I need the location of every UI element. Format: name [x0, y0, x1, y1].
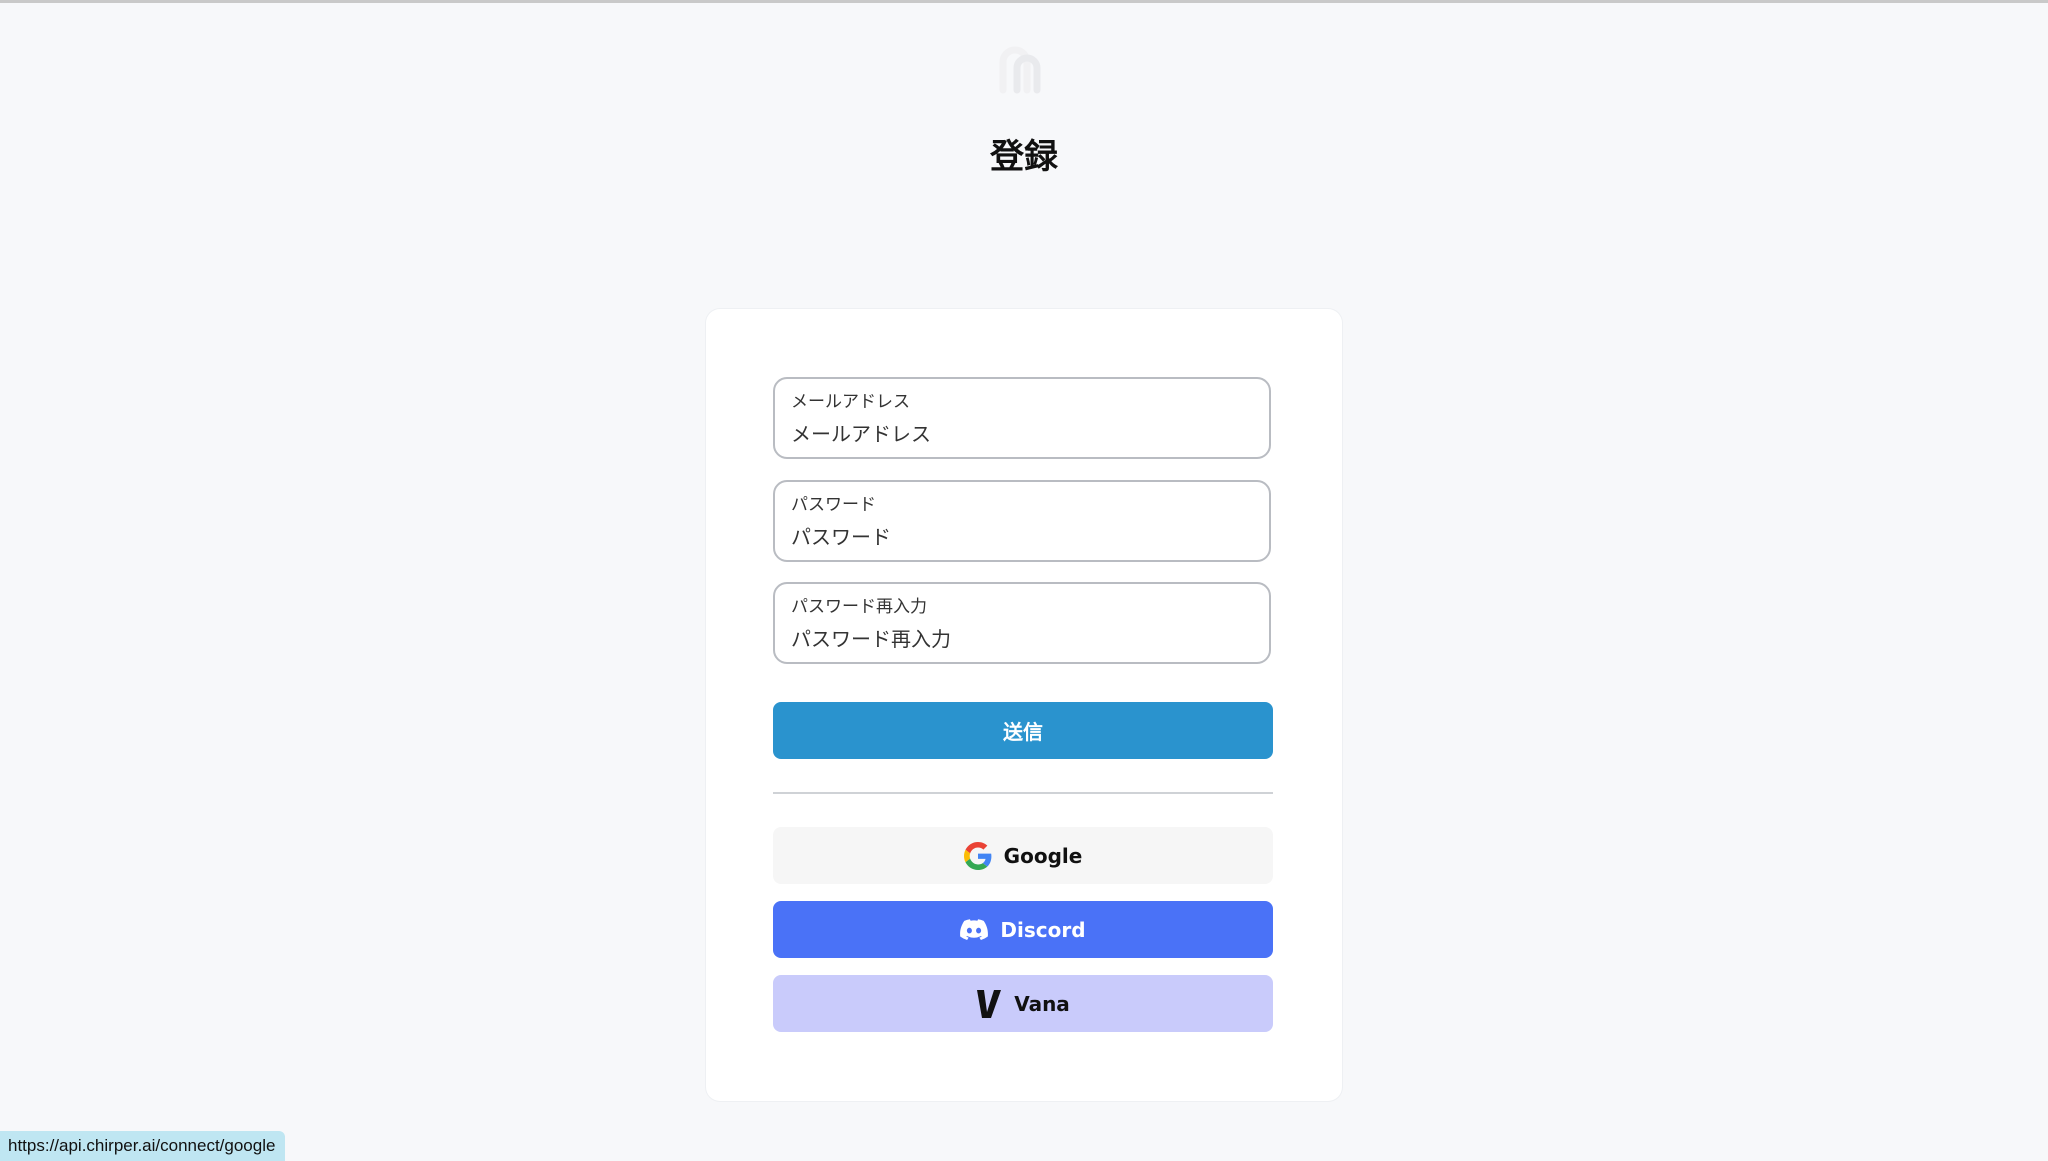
discord-label: Discord: [1000, 917, 1086, 942]
page-title: 登録: [990, 137, 1058, 177]
password-label: パスワード: [791, 495, 876, 515]
submit-label: 送信: [1003, 720, 1043, 744]
discord-signin-button[interactable]: Discord: [773, 901, 1273, 958]
chirper-logo-icon: [997, 44, 1049, 96]
status-bar-url: https://api.chirper.ai/connect/google: [0, 1131, 286, 1161]
password-confirm-label: パスワード再入力: [791, 597, 927, 617]
signup-card: メールアドレス パスワード パスワード再入力 送信 Google: [706, 309, 1342, 1101]
submit-button[interactable]: 送信: [773, 702, 1273, 759]
password-confirm-field[interactable]: パスワード再入力: [773, 582, 1271, 664]
email-field[interactable]: メールアドレス: [773, 377, 1271, 459]
google-signin-button[interactable]: Google: [773, 827, 1273, 884]
vana-label: Vana: [1014, 991, 1070, 1016]
email-label: メールアドレス: [791, 392, 910, 412]
google-icon: [963, 841, 992, 870]
divider: [773, 792, 1273, 794]
password-input[interactable]: [789, 522, 1253, 552]
google-label: Google: [1003, 843, 1083, 868]
window-top-rule: [0, 0, 2048, 3]
password-field[interactable]: パスワード: [773, 480, 1271, 562]
password-confirm-input[interactable]: [789, 624, 1253, 654]
email-input[interactable]: [789, 419, 1253, 449]
vana-signin-button[interactable]: Vana: [773, 975, 1273, 1032]
vana-icon: [976, 989, 1002, 1018]
discord-icon: [960, 918, 989, 941]
